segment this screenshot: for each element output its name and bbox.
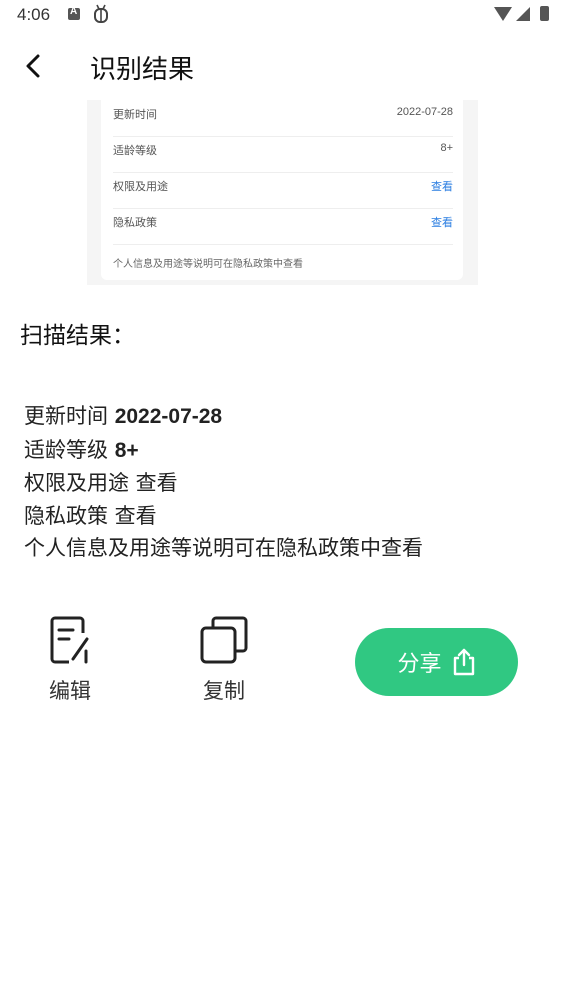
copy-label: 复制 — [203, 679, 245, 703]
result-line-label: 隐私政策 查看 — [24, 503, 157, 528]
back-button[interactable] — [16, 48, 52, 84]
preview-image[interactable]: 更新时间 2022-07-28 适龄等级 8+ 权限及用途 查看 隐私政策 查看… — [87, 100, 478, 285]
cell-signal-icon — [516, 6, 530, 21]
a-notification-icon — [68, 6, 80, 20]
edit-label: 编辑 — [49, 679, 91, 703]
scan-result-text[interactable]: 更新时间 2022-07-28 适龄等级 8+ 权限及用途 查看 隐私政策 查看… — [24, 400, 544, 565]
result-line-label: 个人信息及用途等说明可在隐私政策中查看 — [24, 536, 423, 560]
preview-row: 更新时间 2022-07-28 — [113, 100, 453, 137]
status-bar: 4:06 — [0, 0, 565, 32]
result-line: 更新时间 2022-07-28 — [24, 400, 544, 434]
preview-row-value: 8+ — [440, 142, 453, 154]
app-bar: 识别结果 — [0, 40, 565, 96]
result-line-label: 权限及用途 查看 — [24, 471, 178, 495]
preview-row-link: 查看 — [431, 181, 453, 193]
preview-row: 隐私政策 查看 — [113, 208, 453, 245]
preview-row-label: 权限及用途 — [113, 180, 168, 193]
status-right-icons — [494, 6, 549, 21]
result-line: 权限及用途 查看 — [24, 467, 544, 500]
wifi-icon — [494, 6, 512, 21]
result-line-value: 8+ — [114, 438, 139, 462]
result-line-label: 适龄等级 — [24, 437, 115, 462]
page-title: 识别结果 — [90, 55, 195, 85]
share-label: 分享 — [397, 652, 442, 677]
edit-icon — [50, 616, 89, 664]
chevron-left-icon — [26, 54, 40, 78]
battery-icon — [540, 6, 549, 21]
preview-card: 更新时间 2022-07-28 适龄等级 8+ 权限及用途 查看 隐私政策 查看… — [101, 100, 463, 280]
scan-result-title: 扫描结果： — [20, 323, 135, 349]
preview-row: 权限及用途 查看 — [113, 172, 453, 209]
result-line-value: 2022-07-28 — [114, 405, 223, 428]
copy-icon — [200, 616, 248, 664]
copy-button[interactable]: 复制 — [184, 615, 264, 705]
result-line: 隐私政策 查看 — [24, 500, 544, 533]
preview-row-label: 隐私政策 — [113, 216, 157, 229]
edit-button[interactable]: 编辑 — [30, 615, 110, 705]
preview-row-label: 更新时间 — [113, 108, 157, 121]
result-line: 适龄等级 8+ — [24, 434, 544, 468]
preview-row-link: 查看 — [431, 217, 453, 229]
bug-icon — [92, 4, 110, 29]
preview-row-value: 2022-07-28 — [396, 106, 453, 118]
preview-row: 适龄等级 8+ — [113, 136, 453, 173]
preview-row-label: 适龄等级 — [113, 144, 157, 157]
preview-note: 个人信息及用途等说明可在隐私政策中查看 — [113, 259, 303, 270]
share-icon — [453, 648, 474, 676]
result-line-label: 更新时间 — [24, 404, 115, 428]
result-line: 个人信息及用途等说明可在隐私政策中查看 — [24, 532, 544, 565]
status-time: 4:06 — [17, 5, 51, 24]
share-button[interactable]: 分享 — [355, 628, 518, 696]
